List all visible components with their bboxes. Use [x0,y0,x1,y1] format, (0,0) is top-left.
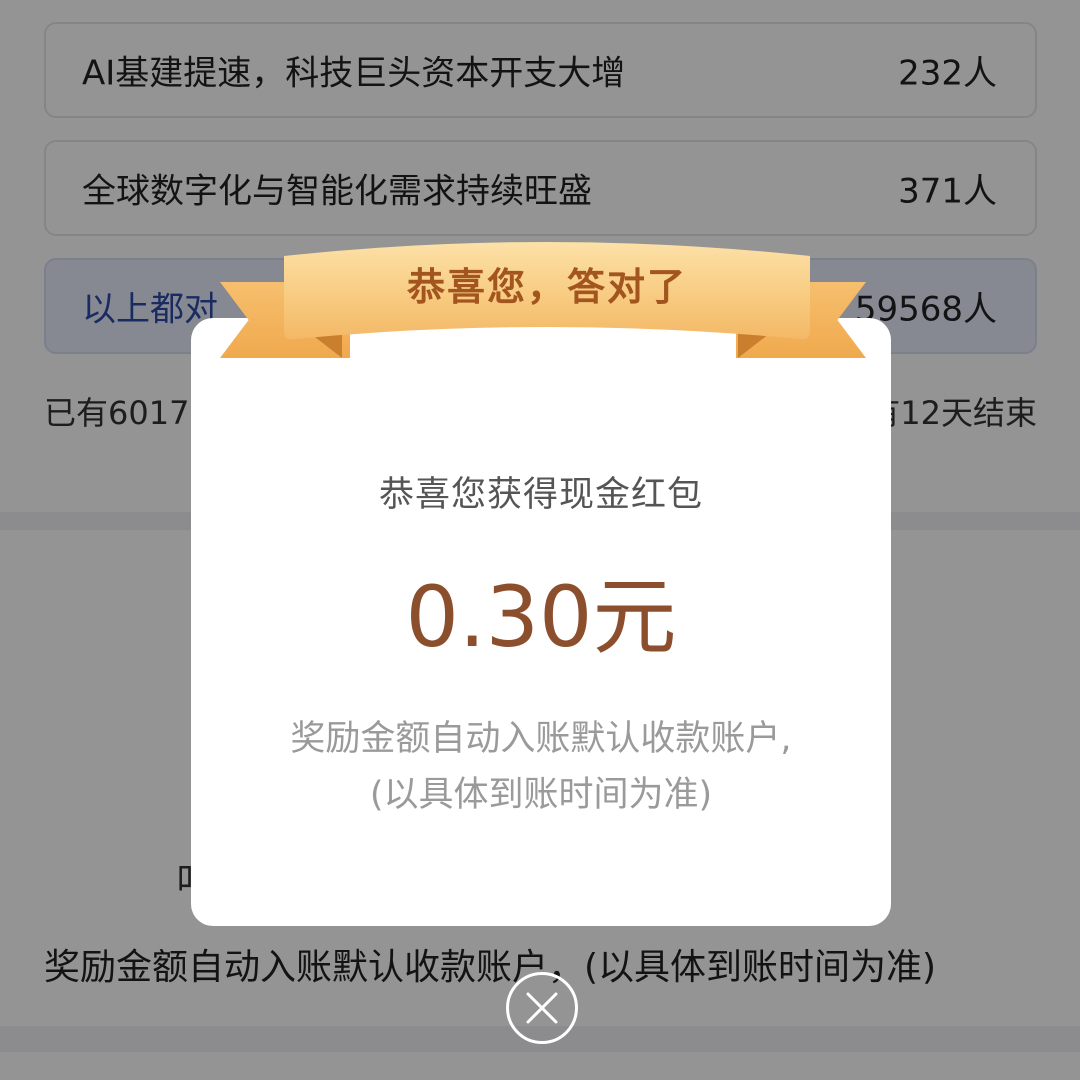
reward-note-line-1: 奖励金额自动入账默认收款账户, [290,719,792,759]
reward-amount: 0.30元 [405,568,677,666]
close-icon [526,992,558,1024]
close-button[interactable] [506,972,578,1044]
reward-subtitle: 恭喜您获得现金红包 [378,475,703,515]
reward-note-line-2: (以具体到账时间为准) [369,775,713,815]
reward-modal: 恭喜您获得现金红包 0.30元 奖励金额自动入账默认收款账户, (以具体到账时间… [191,318,891,926]
app-screen: AI基建提速，科技巨头资本开支大增 232人 全球数字化与智能化需求持续旺盛 3… [0,0,1080,1080]
banner-title: 恭喜您，答对了 [406,265,687,309]
